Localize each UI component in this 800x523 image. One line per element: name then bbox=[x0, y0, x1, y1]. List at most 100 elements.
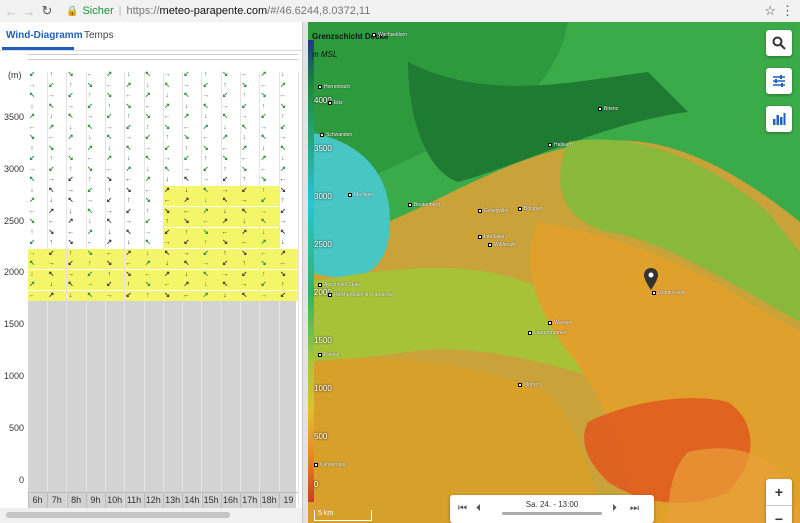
wind-cell: → bbox=[201, 259, 221, 269]
tab-temps[interactable]: Temps bbox=[84, 30, 113, 41]
location-pin-icon[interactable] bbox=[644, 268, 658, 295]
wind-cell: ↓ bbox=[279, 238, 298, 248]
map-place-label: Mürren bbox=[518, 382, 540, 388]
wind-cell: ↘ bbox=[259, 259, 279, 269]
wind-cell: ↙ bbox=[144, 217, 163, 227]
time-slider[interactable] bbox=[502, 512, 602, 515]
bookmark-star-icon[interactable]: ☆ bbox=[764, 3, 776, 19]
wind-arrow-icon: ↓ bbox=[146, 165, 150, 173]
wind-arrow-icon: ↙ bbox=[125, 207, 132, 215]
wind-arrow-icon: ↙ bbox=[202, 165, 209, 173]
wind-cell: → bbox=[259, 206, 279, 217]
scrollbar-thumb[interactable] bbox=[6, 512, 230, 518]
wind-cell: ↙ bbox=[28, 70, 47, 80]
wind-arrow-icon: ↘ bbox=[144, 197, 151, 204]
address-bar[interactable]: https://meteo-parapente.com/#/46.6244,8.… bbox=[127, 5, 371, 17]
wind-cell: ↖ bbox=[201, 185, 221, 196]
hour-label: 18h bbox=[261, 495, 277, 505]
wind-cell: → bbox=[67, 186, 86, 196]
back-button[interactable]: ← bbox=[4, 4, 18, 19]
wind-arrow-icon: → bbox=[182, 81, 190, 89]
wind-arrow-icon: ↖ bbox=[202, 102, 209, 110]
wind-arrow-icon: ↗ bbox=[67, 218, 74, 225]
wind-cell: ↓ bbox=[125, 70, 144, 80]
altitude-unit: (m) bbox=[8, 70, 22, 80]
last-frame-button[interactable]: ⏭ bbox=[630, 503, 639, 514]
wind-cell: ↗ bbox=[47, 290, 67, 301]
wind-arrow-icon: ↑ bbox=[146, 207, 150, 215]
wind-cell: ↘ bbox=[67, 70, 86, 80]
wind-arrow-icon: → bbox=[144, 228, 152, 236]
wind-arrow-icon: ↖ bbox=[279, 228, 286, 236]
zoom-in-button[interactable]: + bbox=[766, 479, 792, 506]
wind-cell: ↑ bbox=[221, 81, 240, 91]
wind-cell: ↘ bbox=[144, 112, 163, 122]
settings-button[interactable] bbox=[766, 68, 792, 94]
wind-arrow-icon: ↘ bbox=[144, 113, 151, 120]
wind-cell: ↑ bbox=[125, 112, 144, 122]
wind-arrow-icon: ↖ bbox=[67, 113, 74, 120]
wind-arrow-icon: ↓ bbox=[281, 71, 285, 78]
wind-cell: ↓ bbox=[221, 123, 240, 133]
wind-cell: ↙ bbox=[163, 227, 183, 238]
wind-cell: ↓ bbox=[279, 70, 298, 80]
wind-arrow-icon: ↙ bbox=[86, 102, 93, 110]
wind-cell: ← bbox=[124, 259, 144, 269]
wind-arrow-icon: ↑ bbox=[49, 71, 54, 78]
wind-cell: ↙ bbox=[47, 165, 66, 175]
tab-wind-diagramm[interactable]: Wind-Diagramm bbox=[6, 30, 83, 41]
map-level-label: 3000 bbox=[314, 192, 332, 201]
wind-cell: ↓ bbox=[221, 290, 240, 301]
wind-cell: ↑ bbox=[202, 154, 221, 164]
wind-cell: ↘ bbox=[105, 91, 124, 101]
forward-button[interactable]: → bbox=[22, 4, 36, 19]
wind-arrow-icon: ← bbox=[240, 239, 248, 246]
map-view[interactable]: Grenzschicht Decke m MSL 4000 3500 3000 250… bbox=[308, 22, 800, 523]
wind-arrow-icon: ↙ bbox=[279, 123, 286, 131]
wind-arrow-icon: ↙ bbox=[86, 270, 93, 278]
wind-cell: ↘ bbox=[240, 165, 259, 175]
horizontal-scrollbar[interactable] bbox=[0, 508, 302, 523]
wind-cell: ↙ bbox=[182, 238, 202, 248]
wind-arrow-icon: ↘ bbox=[86, 165, 93, 173]
wind-arrow-icon: ↖ bbox=[222, 197, 228, 204]
wind-cell: ↘ bbox=[201, 227, 221, 238]
search-button[interactable] bbox=[766, 30, 792, 56]
map-place-label: Bönigen bbox=[518, 206, 542, 212]
wind-cell: ← bbox=[240, 70, 259, 80]
map-scale-bar: 5 km bbox=[314, 510, 372, 521]
wind-arrow-icon: ↘ bbox=[106, 92, 113, 99]
wind-arrow-icon: → bbox=[202, 176, 210, 183]
hour-divider bbox=[240, 492, 242, 508]
wind-arrow-icon: ← bbox=[125, 92, 132, 99]
first-frame-button[interactable]: ⏮ bbox=[458, 503, 467, 514]
wind-arrow-icon: ↑ bbox=[49, 239, 54, 246]
wind-cell: ↓ bbox=[201, 280, 221, 290]
prev-frame-button[interactable]: ⏴ bbox=[476, 503, 481, 514]
next-frame-button[interactable]: ⏵ bbox=[612, 503, 617, 514]
wind-arrow-icon: ↙ bbox=[260, 113, 267, 120]
wind-arrow-icon: ↗ bbox=[125, 249, 132, 257]
wind-cell: ↗ bbox=[28, 280, 47, 290]
wind-cell: ↗ bbox=[202, 123, 221, 133]
zoom-out-button[interactable]: − bbox=[766, 506, 792, 523]
wind-arrow-icon: ↙ bbox=[202, 81, 209, 89]
wind-cell: ↖ bbox=[144, 70, 163, 80]
wind-cell: ↖ bbox=[28, 259, 47, 269]
wind-cell: ← bbox=[125, 91, 144, 101]
wind-arrow-icon: ← bbox=[221, 144, 229, 152]
wind-arrow-icon: ↘ bbox=[164, 123, 171, 131]
chart-button[interactable] bbox=[766, 106, 792, 132]
browser-menu-icon[interactable]: ⋮ bbox=[781, 3, 794, 19]
wind-cell: → bbox=[105, 290, 125, 301]
wind-cell: → bbox=[221, 185, 240, 196]
wind-arrow-icon: ← bbox=[260, 81, 268, 89]
hour-divider bbox=[278, 492, 280, 508]
wind-cell: ↘ bbox=[124, 269, 144, 280]
sliders-icon bbox=[773, 75, 785, 87]
wind-arrow-icon: ↗ bbox=[164, 270, 171, 278]
wind-cell: ↘ bbox=[279, 186, 298, 196]
reload-button[interactable]: ↻ bbox=[40, 3, 54, 19]
hour-label: 9h bbox=[90, 495, 101, 505]
wind-arrow-icon: ↘ bbox=[125, 270, 132, 278]
